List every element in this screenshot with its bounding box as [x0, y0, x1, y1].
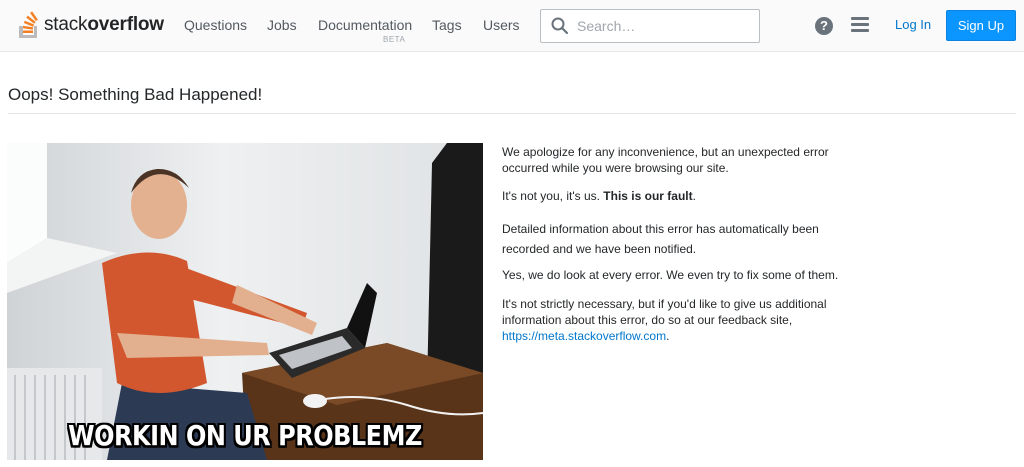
feedback-link[interactable]: https://meta.stackoverflow.com — [502, 329, 666, 343]
stack-icon — [19, 11, 38, 38]
site-switcher-icon[interactable] — [851, 17, 869, 34]
logo-wordmark: stackoverflow — [44, 14, 164, 35]
top-bar: stackoverflow Questions Jobs Documentati… — [0, 0, 1024, 52]
stackoverflow-logo[interactable]: stackoverflow — [17, 10, 164, 40]
fault-emphasis: This is our fault — [603, 189, 693, 203]
nav-jobs[interactable]: Jobs — [267, 17, 297, 33]
title-divider — [8, 113, 1016, 114]
look-at-errors-paragraph: Yes, we do look at every error. We even … — [502, 268, 839, 282]
nav-documentation[interactable]: Documentation — [318, 17, 412, 33]
apology-paragraph: We apologize for any inconvenience, but … — [502, 145, 829, 175]
beta-badge: BETA — [383, 35, 406, 44]
nav-questions[interactable]: Questions — [184, 17, 247, 33]
nav-users[interactable]: Users — [483, 17, 520, 33]
recorded-paragraph: Detailed information about this error ha… — [502, 222, 819, 256]
help-icon[interactable]: ? — [815, 17, 833, 35]
nav-tags[interactable]: Tags — [432, 17, 462, 33]
search-icon — [551, 17, 569, 35]
search-box[interactable] — [540, 9, 760, 43]
login-link[interactable]: Log In — [895, 17, 931, 32]
error-photo: WORKIN ON UR PROBLEMZ — [7, 143, 483, 460]
search-input[interactable] — [577, 18, 747, 34]
man-with-laptop-illustration — [7, 143, 483, 460]
page-title: Oops! Something Bad Happened! — [8, 85, 263, 104]
signup-button[interactable]: Sign Up — [946, 10, 1016, 41]
feedback-paragraph: It's not strictly necessary, but if you'… — [502, 297, 827, 343]
meme-caption: WORKIN ON UR PROBLEMZ — [68, 419, 422, 453]
fault-paragraph: It's not you, it's us. This is our fault… — [502, 189, 696, 203]
